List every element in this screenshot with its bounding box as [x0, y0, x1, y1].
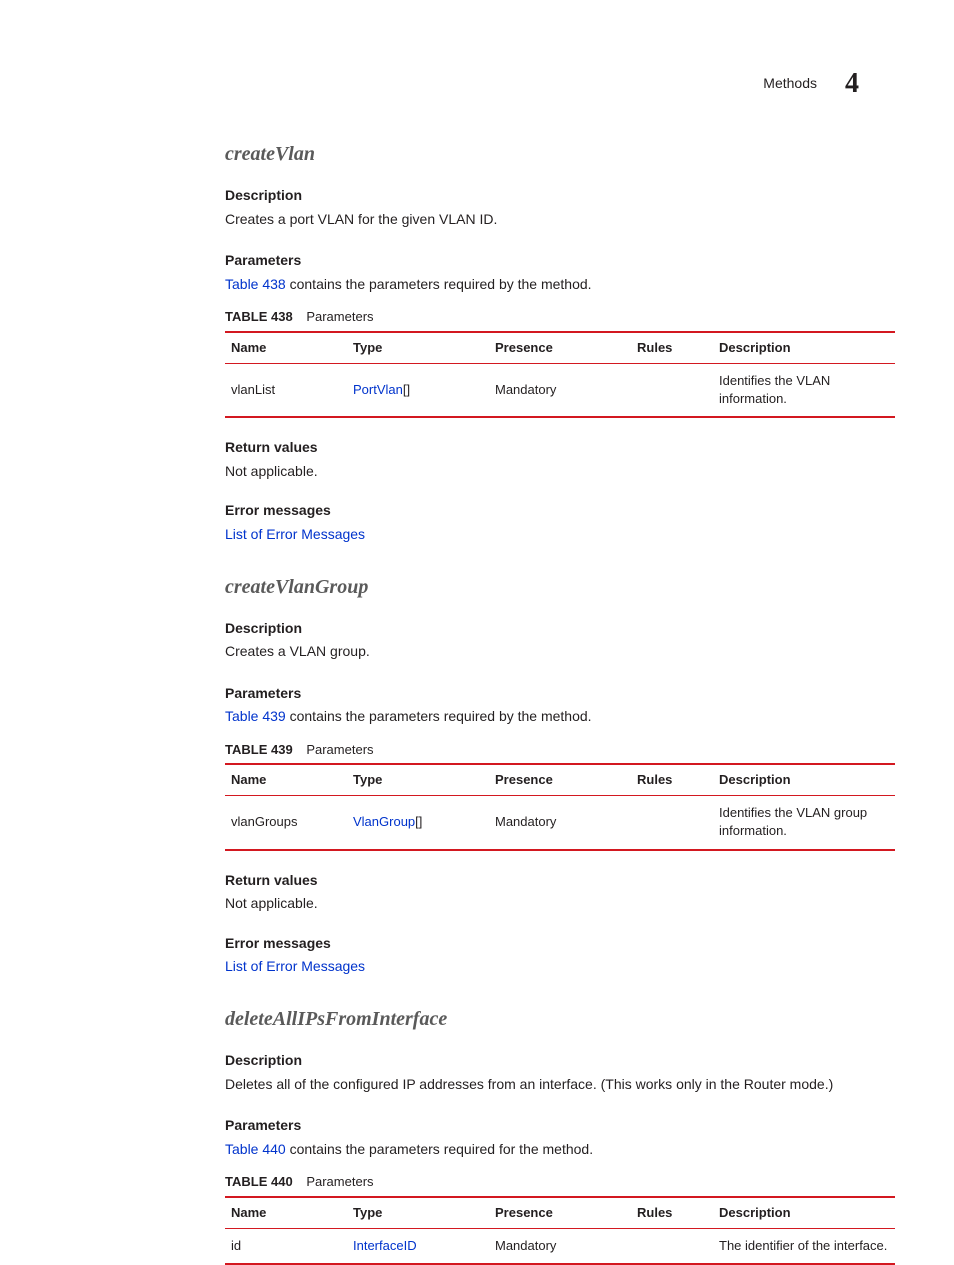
cell-type: PortVlan[]	[347, 363, 489, 417]
parameters-table: Name Type Presence Rules Description vla…	[225, 331, 895, 419]
table-header-row: Name Type Presence Rules Description	[225, 764, 895, 796]
error-messages-link[interactable]: List of Error Messages	[225, 525, 895, 545]
table-label-prefix: TABLE	[225, 1174, 267, 1189]
running-header: Methods 4	[763, 64, 859, 103]
document-page: Methods 4 createVlan Description Creates…	[0, 0, 954, 1235]
return-values-text: Not applicable.	[225, 894, 895, 914]
column-header-rules: Rules	[631, 764, 713, 796]
parameters-intro: Table 440 contains the parameters requir…	[225, 1140, 895, 1160]
column-header-name: Name	[225, 1197, 347, 1229]
column-header-presence: Presence	[489, 764, 631, 796]
description-block: Description Deletes all of the configure…	[225, 1051, 895, 1094]
column-header-type: Type	[347, 1197, 489, 1229]
table-title: Parameters	[306, 309, 373, 324]
table-label-prefix: TABLE	[225, 742, 267, 757]
error-messages-heading: Error messages	[225, 934, 895, 954]
return-values-heading: Return values	[225, 438, 895, 458]
cell-description: Identifies the VLAN group information.	[713, 796, 895, 850]
method-title: createVlanGroup	[225, 573, 895, 601]
table-row: vlanGroups VlanGroup[] Mandatory Identif…	[225, 796, 895, 850]
column-header-presence: Presence	[489, 1197, 631, 1229]
description-heading: Description	[225, 186, 895, 206]
column-header-name: Name	[225, 332, 347, 364]
cell-presence: Mandatory	[489, 363, 631, 417]
cell-rules	[631, 1228, 713, 1264]
cell-rules	[631, 363, 713, 417]
type-suffix: []	[415, 814, 422, 829]
return-values-heading: Return values	[225, 871, 895, 891]
column-header-presence: Presence	[489, 332, 631, 364]
column-header-name: Name	[225, 764, 347, 796]
parameters-intro-rest: contains the parameters required by the …	[286, 708, 592, 724]
error-messages-heading: Error messages	[225, 501, 895, 521]
parameters-intro: Table 438 contains the parameters requir…	[225, 275, 895, 295]
type-link[interactable]: VlanGroup	[353, 814, 415, 829]
column-header-type: Type	[347, 332, 489, 364]
table-title: Parameters	[306, 742, 373, 757]
table-header-row: Name Type Presence Rules Description	[225, 332, 895, 364]
table-label-prefix: TABLE	[225, 309, 267, 324]
return-values-text: Not applicable.	[225, 462, 895, 482]
cell-name: id	[225, 1228, 347, 1264]
column-header-description: Description	[713, 764, 895, 796]
parameters-heading: Parameters	[225, 251, 895, 271]
table-number: 440	[271, 1174, 293, 1189]
cell-presence: Mandatory	[489, 1228, 631, 1264]
column-header-description: Description	[713, 1197, 895, 1229]
description-text: Deletes all of the configured IP address…	[225, 1075, 895, 1095]
parameters-heading: Parameters	[225, 1116, 895, 1136]
table-reference-link[interactable]: Table 438	[225, 276, 286, 292]
description-block: Description Creates a port VLAN for the …	[225, 186, 895, 229]
column-header-rules: Rules	[631, 1197, 713, 1229]
table-row: id InterfaceID Mandatory The identifier …	[225, 1228, 895, 1264]
type-suffix: []	[403, 382, 410, 397]
table-caption: TABLE 440 Parameters	[225, 1173, 895, 1191]
description-text: Creates a port VLAN for the given VLAN I…	[225, 210, 895, 230]
cell-description: Identifies the VLAN information.	[713, 363, 895, 417]
type-link[interactable]: InterfaceID	[353, 1238, 417, 1253]
parameters-heading: Parameters	[225, 684, 895, 704]
description-block: Description Creates a VLAN group.	[225, 619, 895, 662]
cell-name: vlanList	[225, 363, 347, 417]
method-title: createVlan	[225, 140, 895, 168]
table-reference-link[interactable]: Table 439	[225, 708, 286, 724]
description-heading: Description	[225, 619, 895, 639]
method-title: deleteAllIPsFromInterface	[225, 1005, 895, 1033]
table-row: vlanList PortVlan[] Mandatory Identifies…	[225, 363, 895, 417]
cell-description: The identifier of the interface.	[713, 1228, 895, 1264]
parameters-table: Name Type Presence Rules Description id …	[225, 1196, 895, 1265]
column-header-description: Description	[713, 332, 895, 364]
cell-name: vlanGroups	[225, 796, 347, 850]
table-caption: TABLE 439 Parameters	[225, 741, 895, 759]
table-number: 439	[271, 742, 293, 757]
parameters-table: Name Type Presence Rules Description vla…	[225, 763, 895, 851]
description-text: Creates a VLAN group.	[225, 642, 895, 662]
page-content: createVlan Description Creates a port VL…	[225, 140, 895, 1265]
type-link[interactable]: PortVlan	[353, 382, 403, 397]
parameters-intro-rest: contains the parameters required by the …	[286, 276, 592, 292]
description-heading: Description	[225, 1051, 895, 1071]
table-title: Parameters	[306, 1174, 373, 1189]
table-header-row: Name Type Presence Rules Description	[225, 1197, 895, 1229]
column-header-type: Type	[347, 764, 489, 796]
cell-type: VlanGroup[]	[347, 796, 489, 850]
column-header-rules: Rules	[631, 332, 713, 364]
table-caption: TABLE 438 Parameters	[225, 308, 895, 326]
running-header-section: Methods	[763, 74, 817, 94]
table-number: 438	[271, 309, 293, 324]
cell-type: InterfaceID	[347, 1228, 489, 1264]
parameters-intro-rest: contains the parameters required for the…	[286, 1141, 593, 1157]
error-messages-link[interactable]: List of Error Messages	[225, 957, 895, 977]
table-reference-link[interactable]: Table 440	[225, 1141, 286, 1157]
running-header-chapter-number: 4	[845, 64, 859, 103]
parameters-intro: Table 439 contains the parameters requir…	[225, 707, 895, 727]
cell-presence: Mandatory	[489, 796, 631, 850]
cell-rules	[631, 796, 713, 850]
